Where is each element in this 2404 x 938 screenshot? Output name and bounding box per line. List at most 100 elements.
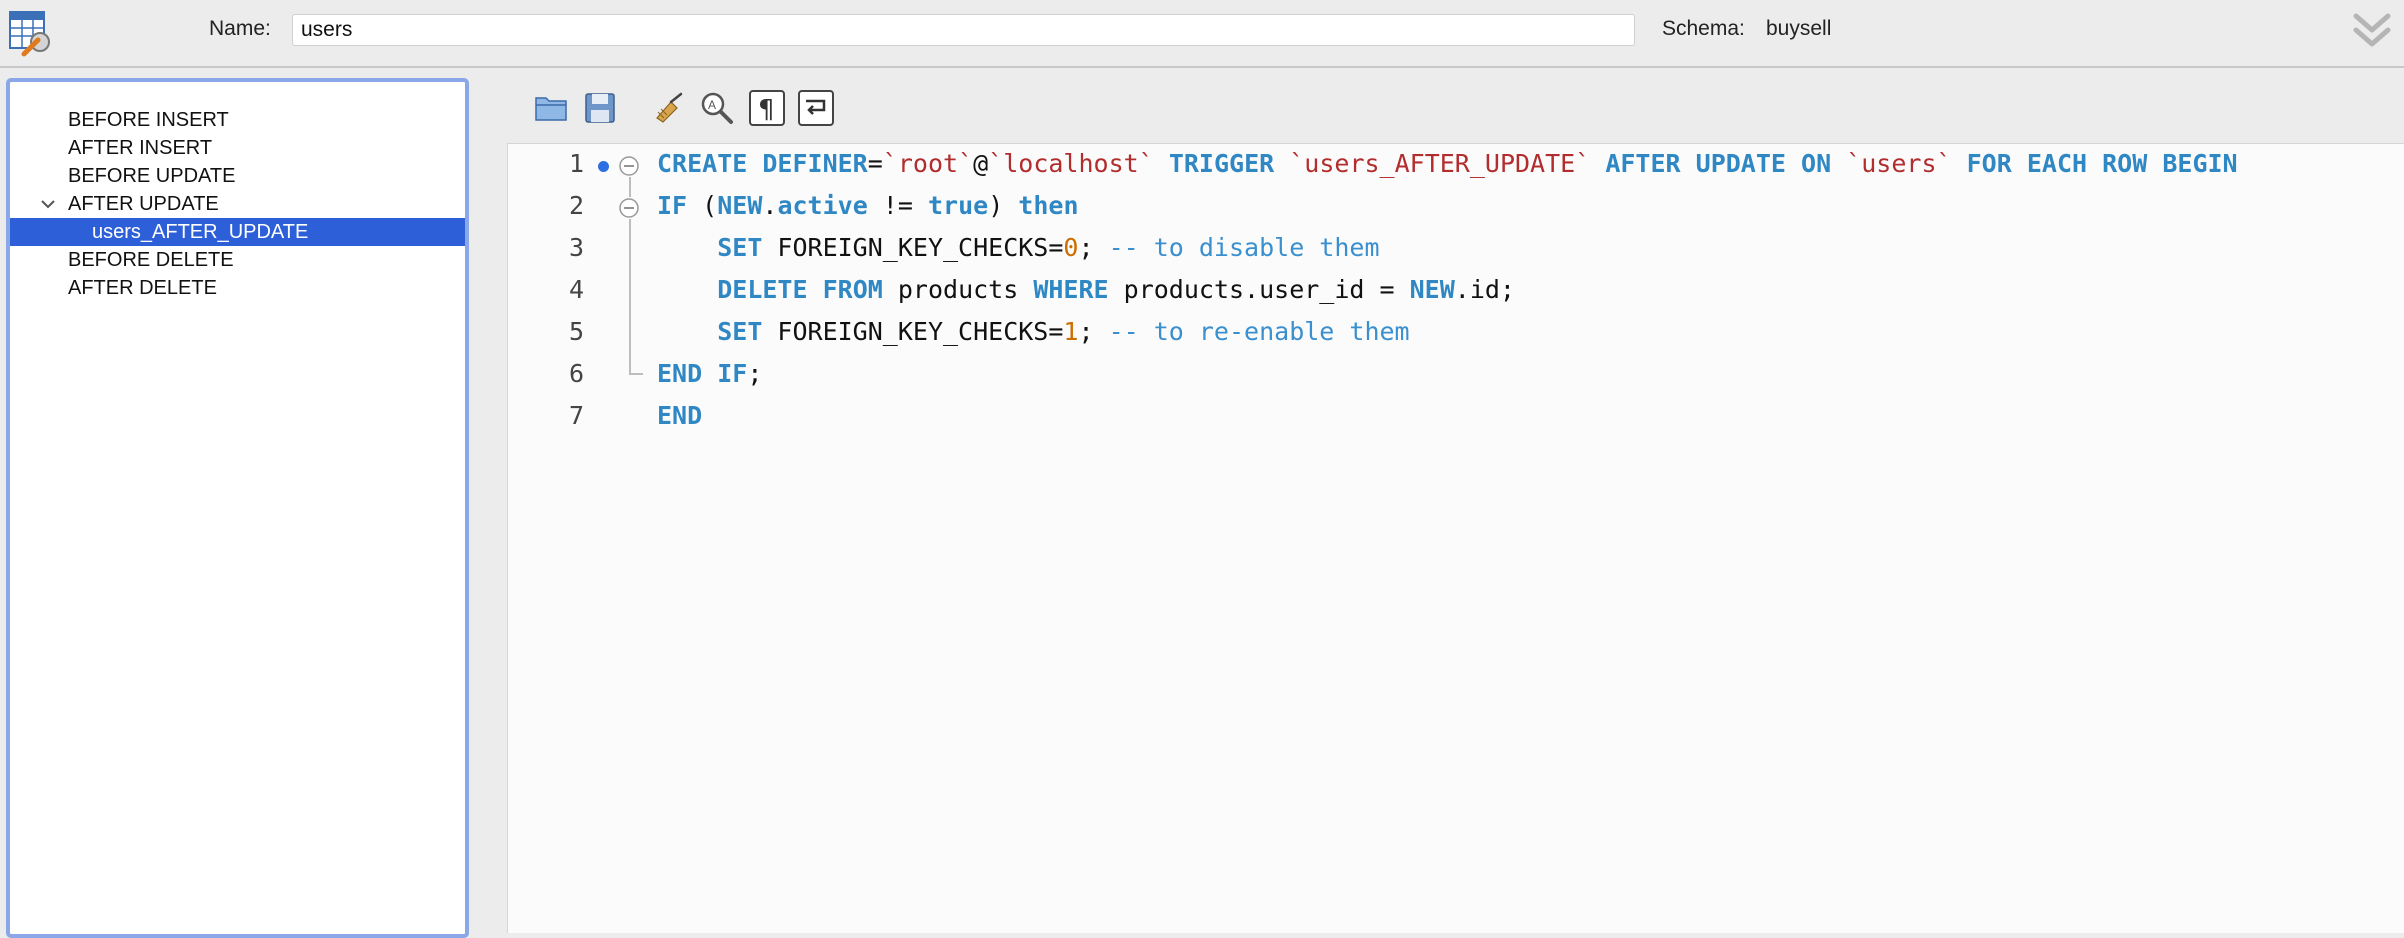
code-token-plain: ) <box>988 191 1019 220</box>
code-token-kw: true <box>927 191 989 220</box>
code-token-plain: products <box>882 275 1034 304</box>
code-token-str: `users_AFTER_UPDATE` <box>1289 149 1591 178</box>
invisibles-icon[interactable]: ¶ <box>747 88 787 128</box>
code-token-cmt: -- to disable them <box>1108 233 1380 262</box>
code-line[interactable]: SET FOREIGN_KEY_CHECKS=0; -- to disable … <box>657 228 1380 268</box>
code-token-kw: DEFINER <box>762 149 868 178</box>
code-token-kw: active <box>777 191 868 220</box>
svg-text:¶: ¶ <box>758 95 775 125</box>
sql-code-editor[interactable]: 1 2 3 4 5 6 7 CREATE DEFINER=`root`@`loc… <box>507 143 2404 933</box>
code-token-kw: NEW <box>1409 275 1455 304</box>
tree-item-label: BEFORE INSERT <box>68 109 229 131</box>
statement-marker-dot <box>598 161 609 172</box>
tree-item-after-delete[interactable]: AFTER DELETE <box>10 274 465 302</box>
code-token-plain: ; <box>747 359 763 388</box>
code-token-plain: != <box>867 191 928 220</box>
code-token-str: `localhost` <box>988 149 1154 178</box>
code-token-plain: ( <box>687 191 718 220</box>
schema-label: Schema: <box>1662 17 1745 40</box>
word-wrap-icon[interactable] <box>796 88 836 128</box>
tree-item-after-insert[interactable]: AFTER INSERT <box>10 134 465 162</box>
svg-text:A: A <box>708 98 716 112</box>
tree-item-before-update[interactable]: BEFORE UPDATE <box>10 162 465 190</box>
code-token-kw: SET <box>717 233 763 262</box>
code-token-plain: ; <box>1078 317 1109 346</box>
beautify-icon[interactable] <box>649 88 689 128</box>
code-line[interactable]: END <box>657 396 702 436</box>
code-line[interactable]: IF (NEW.active != true) then <box>657 186 1079 226</box>
code-token-num: 0 <box>1063 233 1079 262</box>
code-line[interactable]: CREATE DEFINER=`root`@`localhost` TRIGGE… <box>657 144 2238 184</box>
code-line[interactable]: DELETE FROM products WHERE products.user… <box>657 270 1515 310</box>
code-token-kw: NEW <box>717 191 763 220</box>
trigger-editor-icon <box>9 11 50 57</box>
code-token-str: `root` <box>882 149 974 178</box>
code-token-kw: ON <box>1801 149 1832 178</box>
tree-item-label: BEFORE DELETE <box>68 249 234 271</box>
line-number: 1 <box>568 149 584 178</box>
code-token-plain: .id; <box>1454 275 1515 304</box>
code-token-kw: FROM <box>822 275 883 304</box>
open-folder-icon[interactable] <box>532 88 572 128</box>
code-token-plain: FOREIGN_KEY_CHECKS= <box>762 317 1064 346</box>
code-token-kw: then <box>1018 191 1079 220</box>
code-line[interactable]: END IF; <box>657 354 762 394</box>
header-bar: Name: Schema: buysell <box>0 0 2404 68</box>
code-token-kw: IF <box>657 191 688 220</box>
tree-item-label: AFTER UPDATE <box>68 193 219 215</box>
line-number: 4 <box>568 275 584 304</box>
trigger-name-input[interactable] <box>292 14 1635 46</box>
fold-guide-line <box>629 219 631 363</box>
code-token-cmt: -- to re-enable them <box>1108 317 1410 346</box>
find-icon[interactable]: A <box>697 88 737 128</box>
code-line[interactable]: SET FOREIGN_KEY_CHECKS=1; -- to re-enabl… <box>657 312 1410 352</box>
line-number: 2 <box>568 191 584 220</box>
code-token-plain: ; <box>1078 233 1109 262</box>
code-token-kw: END <box>657 359 703 388</box>
tree-item-label: AFTER DELETE <box>68 277 217 299</box>
code-token-plain: = <box>867 149 883 178</box>
fold-collapse-icon[interactable] <box>618 155 640 177</box>
tree-item-label: users_AFTER_UPDATE <box>92 221 309 243</box>
name-label: Name: <box>209 17 271 40</box>
tree-item-users-after-update[interactable]: users_AFTER_UPDATE <box>10 218 465 246</box>
code-token-kw: END <box>657 401 703 430</box>
line-number: 7 <box>568 401 584 430</box>
code-token-kw: BEGIN <box>2162 149 2238 178</box>
code-token-kw: SET <box>717 317 763 346</box>
code-token-plain: @ <box>973 149 989 178</box>
line-number: 5 <box>568 317 584 346</box>
collapse-chevron-icon[interactable] <box>2350 10 2394 54</box>
code-token-kw: AFTER <box>1605 149 1681 178</box>
tree-item-after-update[interactable]: AFTER UPDATE <box>10 190 465 218</box>
save-icon[interactable] <box>580 88 620 128</box>
chevron-down-icon[interactable] <box>38 194 58 214</box>
line-gutter: 1 2 3 4 5 6 7 <box>508 144 653 933</box>
code-token-plain: FOREIGN_KEY_CHECKS= <box>762 233 1064 262</box>
code-token-kw: TRIGGER <box>1168 149 1275 178</box>
line-number: 3 <box>568 233 584 262</box>
tree-item-before-delete[interactable]: BEFORE DELETE <box>10 246 465 274</box>
tree-item-before-insert[interactable]: BEFORE INSERT <box>10 106 465 134</box>
code-token-kw: WHERE <box>1033 275 1109 304</box>
fold-end-marker <box>629 363 643 375</box>
code-token-plain: . <box>762 191 778 220</box>
fold-guide-line <box>629 177 631 197</box>
fold-collapse-icon[interactable] <box>618 197 640 219</box>
code-token-kw: EACH <box>2026 149 2088 178</box>
